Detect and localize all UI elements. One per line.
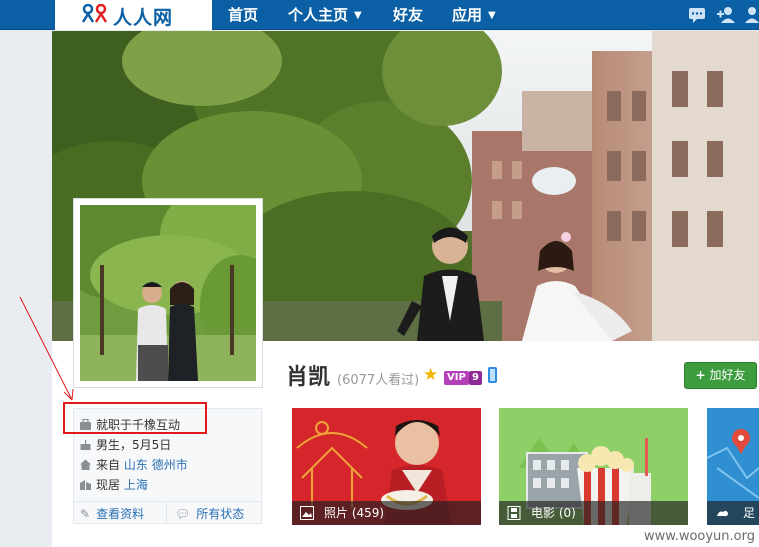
- photos-caption-text: 照片 (459): [324, 506, 385, 520]
- film-icon: [507, 506, 521, 520]
- travel-icon: [717, 510, 728, 517]
- movies-caption: 电影 (0): [499, 501, 688, 525]
- travel-caption-text: 足迹: [743, 506, 756, 520]
- tile-movies[interactable]: 电影 (0): [499, 408, 688, 525]
- watermark: www.wooyun.org: [643, 529, 755, 544]
- movies-caption-text: 电影 (0): [531, 506, 576, 520]
- photos-caption: 照片 (459): [292, 501, 481, 525]
- travel-caption: 足迹: [707, 501, 759, 525]
- tile-travel[interactable]: 足迹: [707, 408, 759, 525]
- tile-photos[interactable]: 照片 (459): [292, 408, 481, 525]
- photo-icon: [300, 506, 314, 520]
